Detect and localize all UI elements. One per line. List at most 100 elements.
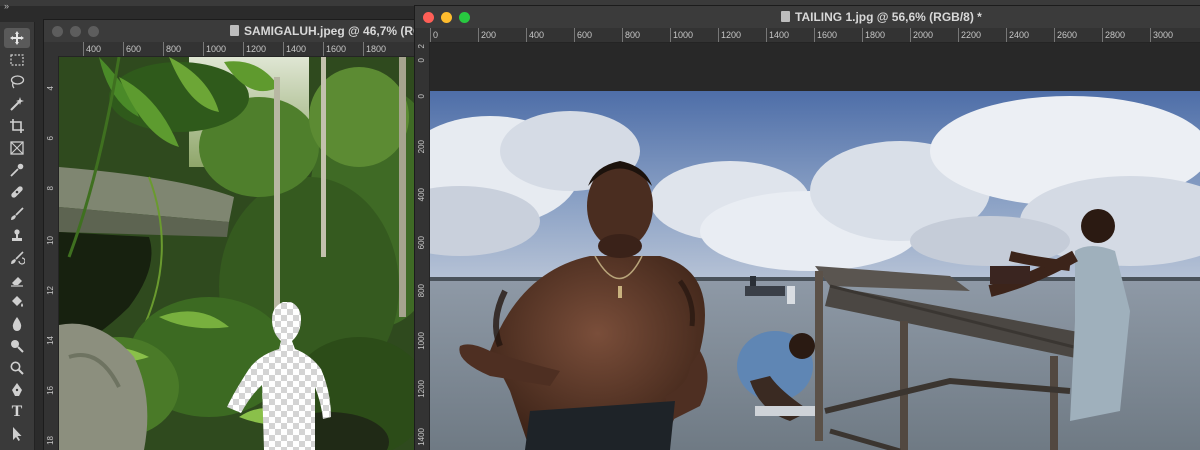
ruler-tick: 0 [417,94,426,99]
horizontal-ruler[interactable]: 0 200 400 600 800 1000 1200 1400 1600 18… [429,28,1200,43]
move-icon [10,31,24,45]
healing-brush-tool[interactable] [4,182,30,202]
ruler-origin[interactable] [415,28,429,42]
ruler-tick: 600 [122,42,142,56]
ruler-origin[interactable] [44,42,58,56]
bandage-icon [11,186,23,198]
ruler-tick: 1400 [765,28,790,42]
frame-icon [10,141,24,155]
document-window-tailing[interactable]: TAILING 1.jpg @ 56,6% (RGB/8) * 0 200 40… [415,6,1200,450]
ruler-tick: 1200 [242,42,267,56]
ruler-tick: 1400 [417,428,426,446]
ruler-tick: 600 [417,236,426,250]
ruler-tick: 1600 [813,28,838,42]
zoom-button[interactable] [88,26,99,37]
crop-tool[interactable] [4,116,30,136]
ruler-tick: 2400 [1005,28,1030,42]
marquee-tool[interactable] [4,50,30,70]
window-title-bar[interactable]: TAILING 1.jpg @ 56,6% (RGB/8) * [415,6,1200,29]
type-tool[interactable]: T [4,402,30,422]
ruler-tick: 16 [46,386,55,395]
eyedropper-tool[interactable] [4,160,30,180]
ruler-tick: 12 [46,286,55,295]
ruler-tick: 0 [429,28,439,42]
ruler-tick: 800 [621,28,641,42]
vertical-ruler[interactable]: 2 0 0 200 400 600 800 1000 1200 1400 [415,42,430,450]
arrow-icon [13,427,22,441]
window-title-bar[interactable]: SAMIGALUH.jpeg @ 46,7% (RGB [44,20,416,43]
ruler-tick: 2200 [957,28,982,42]
ruler-tick: 1000 [202,42,227,56]
lasso-tool[interactable] [4,72,30,92]
window-title: TAILING 1.jpg @ 56,6% (RGB/8) * [781,10,982,24]
ruler-tick: 0 [417,58,426,63]
ruler-tick: 1600 [322,42,347,56]
ruler-tick: 1000 [669,28,694,42]
vertical-ruler[interactable]: 4 6 8 10 12 14 16 18 [44,56,59,450]
type-icon: T [11,403,23,420]
eraser-icon [11,277,23,287]
move-tool[interactable] [4,28,30,48]
ruler-tick: 14 [46,336,55,345]
ruler-tick: 2000 [909,28,934,42]
blur-tool[interactable] [4,314,30,334]
ruler-tick: 400 [417,188,426,202]
magic-wand-tool[interactable] [4,94,30,114]
ruler-tick: 3000 [1149,28,1174,42]
pen-tool[interactable] [4,380,30,400]
minimize-button[interactable] [70,26,81,37]
tools-panel: T [0,22,35,450]
ruler-tick: 4 [46,86,55,91]
ruler-tick: 1800 [362,42,387,56]
ruler-tick: 2800 [1101,28,1126,42]
brush-tool[interactable] [4,204,30,224]
stamp-icon [12,229,22,241]
ruler-tick: 200 [417,140,426,154]
ruler-tick: 1000 [417,332,426,350]
ruler-tick: 400 [82,42,102,56]
ruler-tick: 600 [573,28,593,42]
dodge-tool[interactable] [4,336,30,356]
window-title-text: TAILING 1.jpg @ 56,6% (RGB/8) * [795,10,982,24]
horizontal-ruler[interactable]: 400 600 800 1000 1200 1400 1600 1800 [58,42,416,57]
paint-bucket-tool[interactable] [4,292,30,312]
lasso-icon [10,75,25,89]
document-canvas-jungle-photo[interactable] [59,57,416,450]
crop-icon [10,119,24,133]
droplet-icon [12,317,22,331]
document-icon [230,25,239,36]
zoom-tool[interactable] [4,358,30,378]
ruler-tick: 1400 [282,42,307,56]
close-button[interactable] [52,26,63,37]
ruler-tick: 800 [162,42,182,56]
collapse-panels-button[interactable]: » [4,2,9,11]
brush-icon [11,207,24,220]
document-canvas-river-photo[interactable] [430,91,1200,450]
close-button[interactable] [423,12,434,23]
history-brush-icon [11,251,25,265]
path-selection-tool[interactable] [4,424,30,444]
eraser-tool[interactable] [4,270,30,290]
ruler-tick: 200 [477,28,497,42]
ruler-tick: 2 [417,44,426,49]
window-title-text: SAMIGALUH.jpeg @ 46,7% (RGB [244,24,416,38]
ruler-tick: 18 [46,436,55,445]
ruler-tick: 6 [46,136,55,141]
clone-stamp-tool[interactable] [4,226,30,246]
history-brush-tool[interactable] [4,248,30,268]
document-window-samigaluh[interactable]: SAMIGALUH.jpeg @ 46,7% (RGB 400 600 800 … [44,20,416,450]
dodge-icon [11,340,24,353]
ruler-tick: 800 [417,284,426,298]
ruler-tick: 2600 [1053,28,1078,42]
marquee-icon [10,54,24,66]
ruler-tick: 10 [46,236,55,245]
window-title: SAMIGALUH.jpeg @ 46,7% (RGB [230,24,416,38]
minimize-button[interactable] [441,12,452,23]
zoom-icon [10,361,24,375]
ruler-tick: 1800 [861,28,886,42]
pen-icon [12,383,22,396]
zoom-button[interactable] [459,12,470,23]
magic-wand-icon [10,97,24,111]
ruler-tick: 400 [525,28,545,42]
frame-tool[interactable] [4,138,30,158]
